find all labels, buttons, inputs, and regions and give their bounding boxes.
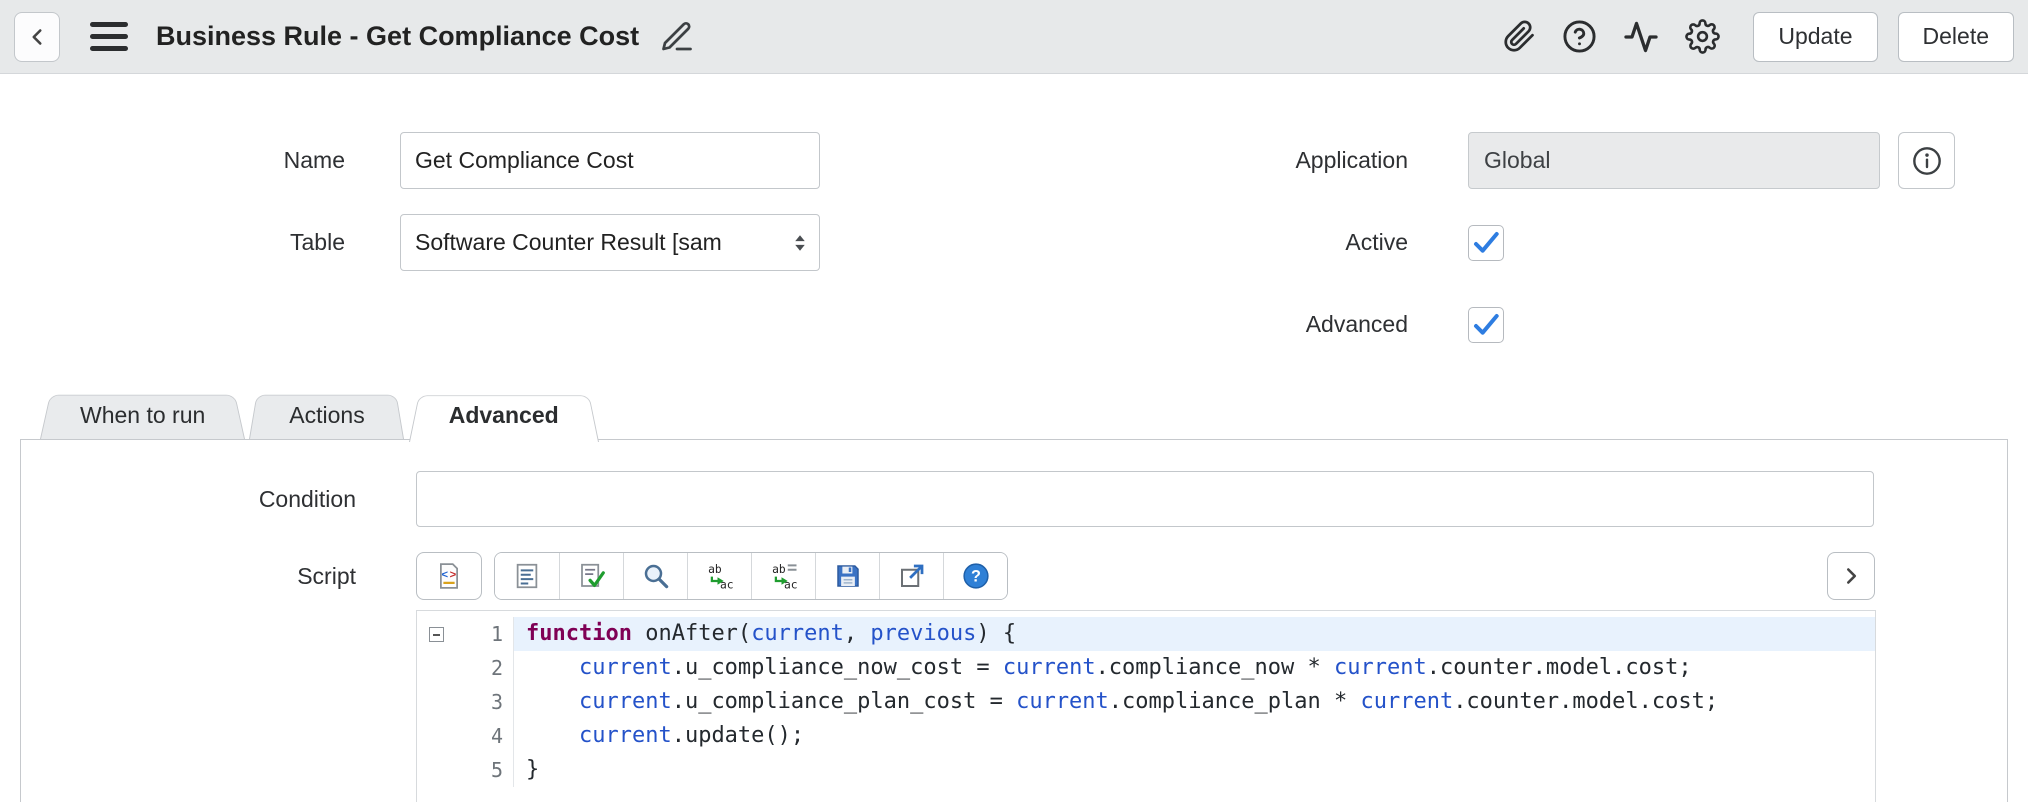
line-number: 3 <box>455 685 513 719</box>
tab-label: Actions <box>289 401 365 428</box>
svg-text:ac: ac <box>720 579 734 592</box>
tab-actions[interactable]: Actions <box>249 390 404 440</box>
code-text: current.update(); <box>513 719 1875 753</box>
save-icon <box>833 561 863 591</box>
replace-all-icon: ab ac <box>769 561 799 591</box>
application-info-button[interactable] <box>1898 132 1955 189</box>
check-syntax-icon <box>577 561 607 591</box>
check-syntax-button[interactable] <box>559 553 623 599</box>
svg-text:ac: ac <box>784 579 798 592</box>
script-editor[interactable]: 1 function onAfter(current, previous) {2 … <box>416 610 1876 802</box>
svg-text:>: > <box>450 569 457 581</box>
syntax-editor-icon: < > <box>434 561 464 591</box>
select-stepper-icon <box>785 230 819 256</box>
code-text: current.u_compliance_plan_cost = current… <box>513 685 1875 719</box>
help-button[interactable] <box>1549 13 1610 60</box>
activity-stream-button[interactable] <box>1610 13 1672 61</box>
svg-text:ab: ab <box>708 563 722 576</box>
code-lines: 1 function onAfter(current, previous) {2 … <box>417 617 1875 787</box>
form-help-icon <box>1562 19 1597 54</box>
line-number: 5 <box>455 753 513 787</box>
hamburger-icon <box>90 22 128 27</box>
code-line[interactable]: 3 current.u_compliance_plan_cost = curre… <box>417 685 1875 719</box>
code-text: current.u_compliance_now_cost = current.… <box>513 651 1875 685</box>
advanced-checkbox[interactable] <box>1468 307 1504 343</box>
activity-stream-icon <box>1623 19 1659 55</box>
script-help-icon: ? <box>961 561 991 591</box>
format-code-button[interactable] <box>495 553 559 599</box>
format-code-icon <box>512 561 542 591</box>
tab-bar: When to run Actions Advanced <box>40 390 603 440</box>
script-toolbar-group: ab ac ab ac ? <box>494 552 1008 600</box>
table-select-value: Software Counter Result [sam <box>415 229 722 255</box>
line-number: 2 <box>455 651 513 685</box>
script-toolbar: < > ab ac ab ac ? <box>416 552 1008 600</box>
active-checkbox[interactable] <box>1468 225 1504 261</box>
code-line[interactable]: 5} <box>417 753 1875 787</box>
svg-text:ab: ab <box>772 563 786 576</box>
search-button[interactable] <box>623 553 687 599</box>
line-number: 1 <box>455 617 513 651</box>
code-line[interactable]: 2 current.u_compliance_now_cost = curren… <box>417 651 1875 685</box>
code-line[interactable]: 1 function onAfter(current, previous) { <box>417 617 1875 651</box>
condition-label: Condition <box>258 486 356 512</box>
name-input[interactable] <box>400 132 820 189</box>
search-icon <box>641 561 671 591</box>
attachment-button[interactable] <box>1490 14 1549 59</box>
advanced-tab-panel: Condition Script < > ab ac ab ac ? 1 fun… <box>20 439 2008 802</box>
tab-label: When to run <box>80 401 206 428</box>
code-text: } <box>513 753 1875 787</box>
pop-out-icon <box>897 561 927 591</box>
back-icon <box>24 24 50 50</box>
code-text: function onAfter(current, previous) { <box>513 617 1875 651</box>
delete-button[interactable]: Delete <box>1897 11 2014 62</box>
info-icon <box>1911 145 1943 177</box>
table-label: Table <box>290 229 345 255</box>
active-label: Active <box>1345 229 1408 255</box>
script-help-button[interactable]: ? <box>943 553 1007 599</box>
back-button[interactable] <box>14 11 60 62</box>
settings-gear-icon <box>1685 19 1721 54</box>
tab-label: Advanced <box>448 401 559 428</box>
application-label: Application <box>1295 147 1408 173</box>
attachment-icon <box>1503 20 1536 53</box>
expand-right-chevron-icon <box>1838 563 1864 589</box>
line-number: 4 <box>455 719 513 753</box>
fold-gutter <box>417 651 455 685</box>
checkmark-icon <box>1474 231 1499 253</box>
fold-minus-icon[interactable] <box>417 617 455 651</box>
application-field: Global <box>1468 132 1880 189</box>
script-label: Script <box>297 563 356 589</box>
edit-pencil-icon[interactable] <box>659 19 695 55</box>
update-button[interactable]: Update <box>1753 11 1878 62</box>
fold-gutter <box>417 685 455 719</box>
pop-out-button[interactable] <box>879 553 943 599</box>
advanced-label: Advanced <box>1305 311 1408 337</box>
table-select[interactable]: Software Counter Result [sam <box>400 214 820 271</box>
condition-input[interactable] <box>416 471 1874 527</box>
syntax-editor-toggle-button[interactable]: < > <box>416 552 482 600</box>
svg-text:?: ? <box>971 568 981 586</box>
replace-all-button[interactable]: ab ac <box>751 553 815 599</box>
page-title: Business Rule - Get Compliance Cost <box>156 21 640 51</box>
personalize-form-button[interactable] <box>1672 13 1733 60</box>
checkmark-icon <box>1474 313 1499 335</box>
name-label: Name <box>283 147 345 173</box>
replace-button[interactable]: ab ac <box>687 553 751 599</box>
code-line[interactable]: 4 current.update(); <box>417 719 1875 753</box>
save-script-button[interactable] <box>815 553 879 599</box>
tab-advanced[interactable]: Advanced <box>409 390 599 440</box>
context-menu-button[interactable] <box>86 16 132 57</box>
header-bar: Business Rule - Get Compliance Cost Upda <box>0 0 2028 74</box>
editor-expand-button[interactable] <box>1827 552 1875 600</box>
fold-gutter <box>417 753 455 787</box>
svg-text:<: < <box>442 569 449 581</box>
tab-when-to-run[interactable]: When to run <box>40 390 245 440</box>
fold-gutter <box>417 719 455 753</box>
business-rule-form: Business Rule - Get Compliance Cost Upda <box>0 0 2028 802</box>
replace-icon: ab ac <box>705 561 735 591</box>
